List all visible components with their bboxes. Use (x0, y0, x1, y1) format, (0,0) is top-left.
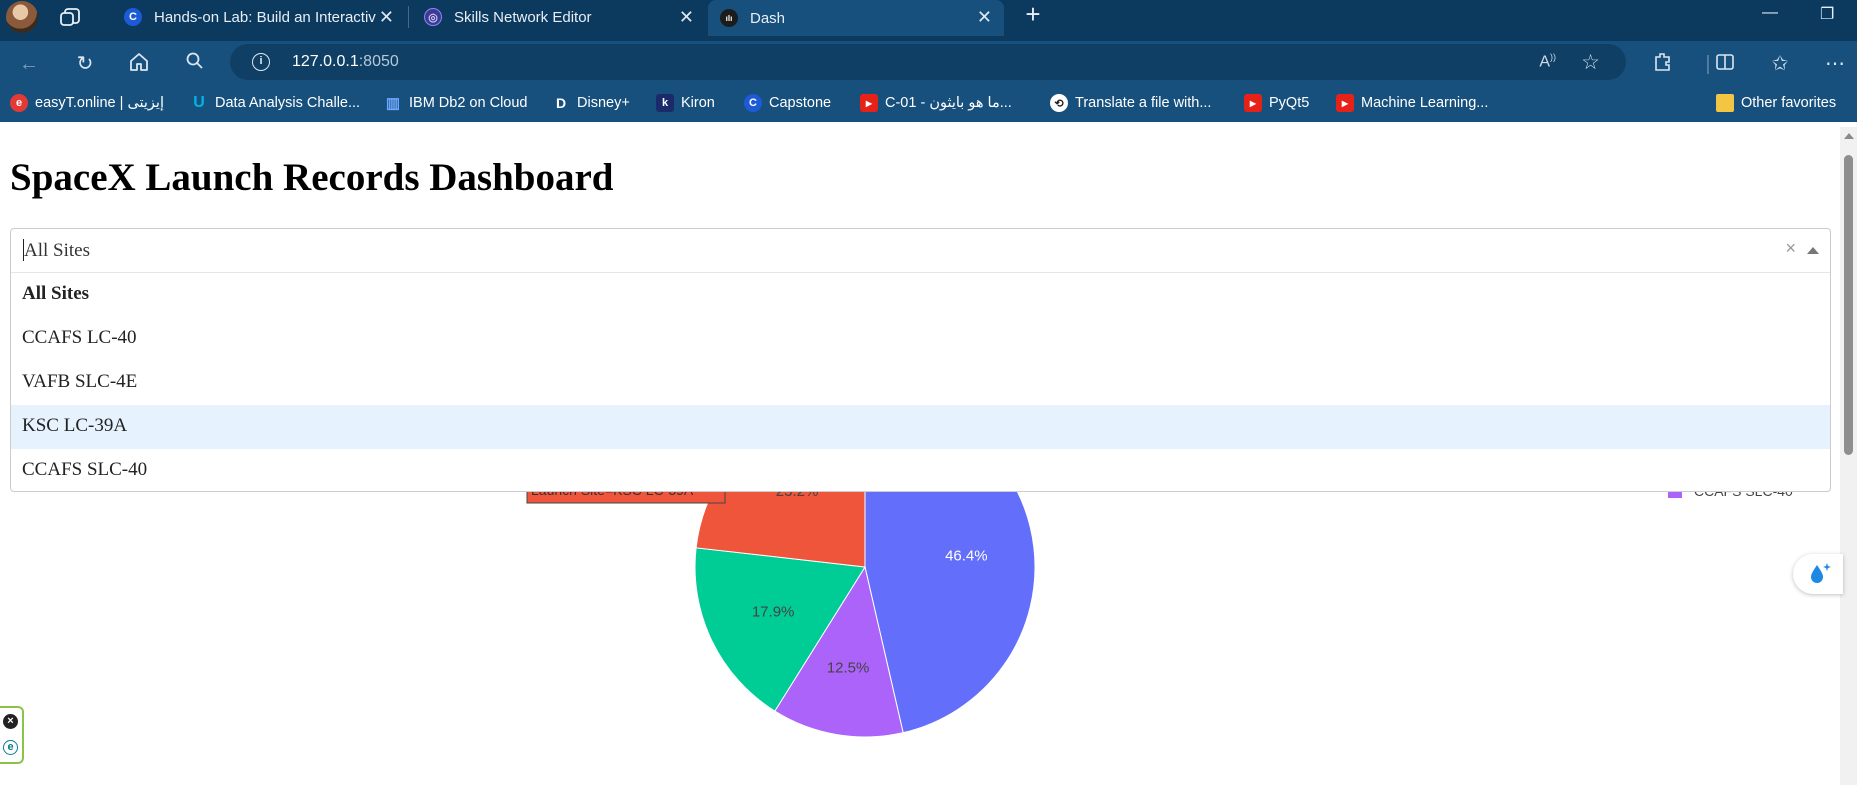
site-info-icon[interactable]: i (252, 53, 270, 71)
favorite-label: PyQt5 (1269, 95, 1310, 111)
disney-icon: D (555, 95, 567, 111)
launch-site-dropdown[interactable]: All Sites × All Sites CCAFS LC-40 VAFB S… (10, 228, 1831, 492)
caret-up-icon[interactable] (1807, 247, 1819, 254)
youtube-icon: ▶ (860, 94, 878, 112)
dropdown-selected-value: All Sites (24, 240, 90, 261)
split-screen-icon[interactable] (1712, 51, 1738, 77)
pie-slice-label: 12.5% (827, 660, 870, 677)
tab-hands-on-lab[interactable]: C Hands-on Lab: Build an Interactiv ✕ (108, 0, 406, 34)
more-menu-icon[interactable]: ⋯ (1822, 51, 1848, 77)
clear-icon[interactable]: × (1785, 238, 1796, 259)
dash-icon: ılı (720, 9, 738, 27)
address-bar[interactable]: i 127.0.0.1:8050 A)) ☆ (230, 44, 1626, 80)
page-scrollbar[interactable] (1840, 127, 1857, 785)
tab-title: Dash (750, 9, 786, 27)
profile-avatar[interactable] (6, 1, 38, 33)
extensions-icon[interactable] (1650, 51, 1676, 77)
favorite-label: IBM Db2 on Cloud (409, 95, 528, 111)
ibm-db2-icon: ▥ (385, 95, 401, 112)
skills-network-icon: ◎ (424, 8, 442, 26)
favorite-kiron[interactable]: k Kiron (656, 94, 715, 112)
easyt-icon: e (10, 94, 28, 112)
refresh-icon[interactable]: ↻ (72, 51, 98, 77)
tab-dash[interactable]: ılı Dash ✕ (708, 0, 1004, 36)
other-favorites[interactable]: Other favorites (1716, 94, 1836, 112)
home-icon[interactable] (126, 51, 152, 77)
favorite-easyt[interactable]: e easyT.online | إيزيتى (10, 94, 164, 112)
dropdown-control[interactable]: All Sites × (11, 229, 1830, 273)
close-tab-icon[interactable]: ✕ (679, 7, 694, 28)
favorite-capstone[interactable]: C Capstone (744, 94, 831, 112)
close-circle-icon[interactable]: × (3, 714, 18, 729)
close-tab-icon[interactable]: ✕ (977, 7, 992, 28)
coursera-icon: C (124, 8, 142, 26)
restore-icon[interactable]: ❐ (1820, 4, 1834, 24)
pie-slice-label: 46.4% (945, 547, 988, 564)
favorite-label: Translate a file with... (1075, 95, 1212, 111)
udacity-icon: U (193, 94, 205, 111)
minimize-icon[interactable]: — (1762, 4, 1778, 22)
back-icon[interactable]: ← (16, 51, 42, 77)
favorite-python-video[interactable]: ▶ C-01 - ما هو بايثون... (860, 94, 1012, 112)
favorite-pyqt5[interactable]: ▶ PyQt5 (1244, 94, 1309, 112)
tab-strip: C Hands-on Lab: Build an Interactiv ✕ ◎ … (0, 0, 1857, 41)
dropdown-option-ksc-lc-39a[interactable]: KSC LC-39A (11, 405, 1830, 449)
favorite-label: easyT.online | إيزيتى (35, 95, 164, 111)
favorite-data-analysis[interactable]: U Data Analysis Challe... (190, 94, 360, 112)
tab-title: Skills Network Editor (454, 8, 592, 26)
favorite-label: Capstone (769, 95, 832, 111)
dropdown-option-vafb-slc-4e[interactable]: VAFB SLC-4E (11, 361, 1830, 405)
workspaces-icon[interactable] (58, 4, 84, 30)
coursera-icon: C (744, 94, 762, 112)
read-aloud-icon[interactable]: A)) (1539, 52, 1556, 71)
dropdown-option-all-sites[interactable]: All Sites (11, 273, 1830, 317)
tab-skills-network-editor[interactable]: ◎ Skills Network Editor ✕ (410, 0, 706, 34)
kiron-icon: k (656, 94, 674, 112)
favorite-label: Data Analysis Challe... (215, 95, 361, 111)
e-extension-icon[interactable]: e (3, 740, 18, 755)
favorite-label: Disney+ (577, 95, 630, 111)
scroll-thumb[interactable] (1844, 155, 1853, 455)
favorite-machine-learning[interactable]: ▶ Machine Learning... (1336, 94, 1488, 112)
youtube-icon: ▶ (1244, 94, 1262, 112)
favorite-label: Machine Learning... (1361, 95, 1489, 111)
dropdown-option-ccafs-slc-40[interactable]: CCAFS SLC-40 (11, 449, 1830, 493)
youtube-icon: ▶ (1336, 94, 1354, 112)
pie-slice-label: 17.9% (752, 603, 795, 620)
scroll-up-icon[interactable] (1844, 133, 1854, 139)
favorite-label: C-01 - ما هو بايثون... (885, 95, 1012, 111)
water-drop-icon (1811, 563, 1831, 583)
folder-icon (1716, 94, 1734, 112)
favorite-ibm-db2[interactable]: ▥ IBM Db2 on Cloud (384, 94, 528, 112)
close-tab-icon[interactable]: ✕ (379, 7, 394, 28)
favorite-disney[interactable]: D Disney+ (552, 94, 630, 112)
extension-side-tab[interactable]: × e (0, 706, 24, 764)
favorite-label: Other favorites (1741, 95, 1837, 111)
url-text: 127.0.0.1:8050 (292, 53, 399, 70)
tab-divider (408, 6, 409, 28)
copilot-sidebar-button[interactable] (1793, 554, 1843, 594)
favorites-icon[interactable]: ✩ (1767, 51, 1793, 77)
favorite-star-icon[interactable]: ☆ (1581, 50, 1600, 75)
favorite-label: Kiron (681, 95, 715, 111)
translate-icon: ⟲ (1050, 94, 1068, 112)
new-tab-button[interactable]: + (1020, 0, 1046, 30)
tab-title: Hands-on Lab: Build an Interactiv (154, 8, 376, 26)
favorite-translate[interactable]: ⟲ Translate a file with... (1050, 94, 1211, 112)
search-icon[interactable] (182, 51, 208, 77)
dropdown-option-ccafs-lc-40[interactable]: CCAFS LC-40 (11, 317, 1830, 361)
dash-page: SpaceX Launch Records Dashboard 46.4% 12.… (0, 127, 1840, 785)
